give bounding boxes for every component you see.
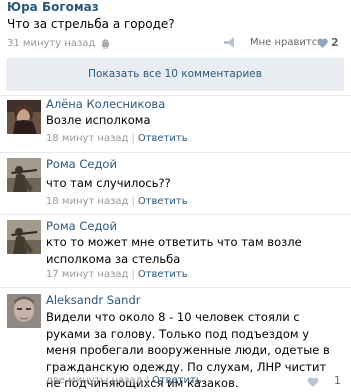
comment-author-link[interactable]: Рома Седой — [46, 157, 117, 171]
comment-meta: две минуты назад | Ответить — [46, 375, 202, 386]
reply-link[interactable]: Ответить — [152, 375, 202, 386]
meta-separator: | — [131, 269, 135, 280]
divider — [0, 214, 351, 215]
avatar[interactable] — [7, 100, 41, 134]
android-icon — [102, 38, 110, 49]
share-icon[interactable] — [224, 37, 237, 48]
avatar[interactable] — [7, 294, 41, 328]
divider — [0, 287, 351, 288]
comment-time-link[interactable]: две минуты назад — [46, 375, 143, 386]
comment-meta: 18 минут назад | Ответить — [46, 133, 188, 144]
meta-separator: | — [131, 133, 135, 144]
show-all-comments-button[interactable]: Показать все 10 комментариев — [6, 58, 344, 91]
comment-text: что там случилось?? — [46, 176, 171, 190]
comment-author-link[interactable]: Рома Седой — [46, 219, 117, 233]
comment-meta: 18 минут назад | Ответить — [46, 196, 188, 207]
reply-link[interactable]: Ответить — [138, 269, 188, 280]
divider — [0, 95, 351, 96]
reply-link[interactable]: Ответить — [138, 196, 188, 207]
heart-icon[interactable] — [317, 38, 328, 48]
meta-separator: | — [131, 196, 135, 207]
avatar[interactable] — [7, 220, 41, 254]
post-text: Что за стрельба а городе? — [7, 17, 175, 31]
post-meta: 31 минуту назад — [7, 38, 110, 49]
post-author-link[interactable]: Юра Богомаз — [7, 0, 99, 14]
comment-time-link[interactable]: 18 минут назад — [46, 196, 128, 207]
heart-icon[interactable] — [307, 377, 319, 387]
comment-author-link[interactable]: Алёна Колесникова — [46, 97, 165, 111]
divider — [0, 152, 351, 153]
like-button-label[interactable]: Мне нравится — [250, 37, 323, 48]
comment-like-count: 1 — [334, 374, 341, 387]
meta-separator: | — [145, 375, 149, 386]
reply-link[interactable]: Ответить — [138, 133, 188, 144]
comment-author-link[interactable]: Aleksandr Sandr — [46, 293, 140, 307]
post-time-link[interactable]: 31 минуту назад — [7, 38, 95, 49]
comment-text: кто то может мне ответить что там возле … — [46, 235, 302, 266]
like-count: 2 — [331, 36, 339, 49]
comment-time-link[interactable]: 17 минут назад — [46, 269, 128, 280]
avatar[interactable] — [7, 158, 41, 192]
comment-meta: 17 минут назад | Ответить — [46, 269, 188, 280]
comment-text: Возле исполкома — [46, 113, 151, 127]
comment-time-link[interactable]: 18 минут назад — [46, 133, 128, 144]
